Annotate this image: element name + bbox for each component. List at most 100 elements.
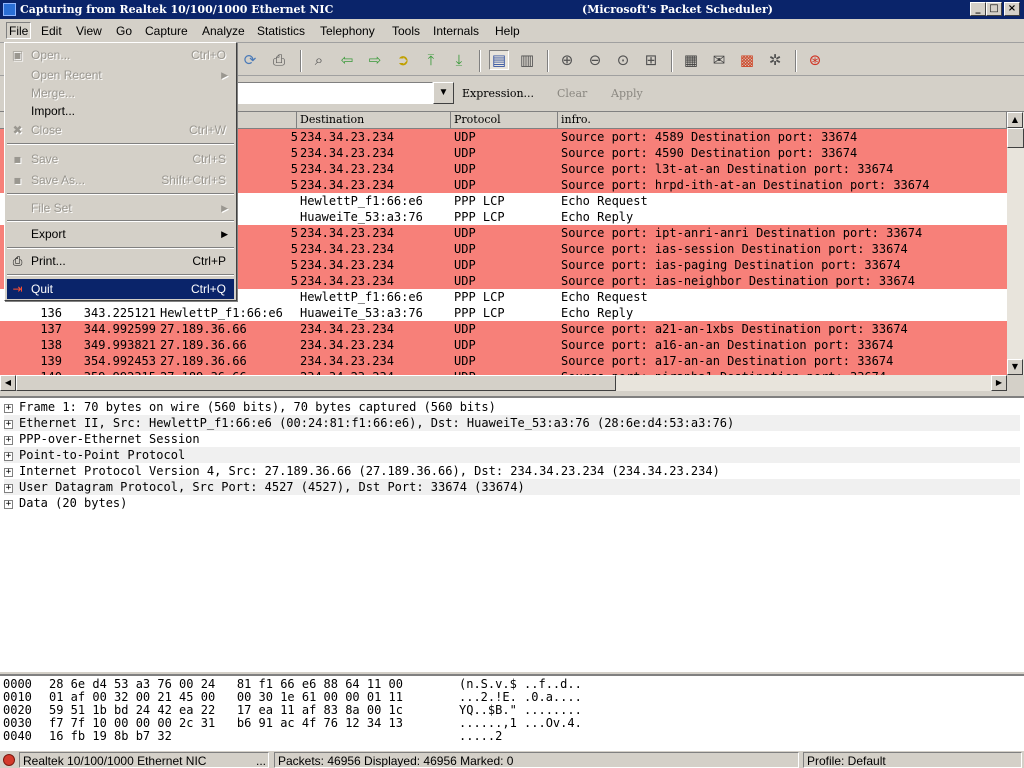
menu-item-close[interactable]: ✖ Close Ctrl+W bbox=[7, 120, 234, 140]
menu-item-save[interactable]: ▪ Save Ctrl+S bbox=[7, 149, 234, 169]
title-bar[interactable]: Capturing from Realtek 10/100/1000 Ether… bbox=[0, 0, 1024, 19]
display-filters-icon[interactable]: ✉ bbox=[709, 50, 729, 70]
detail-tree-item[interactable]: + Ethernet II, Src: HewlettP_f1:66:e6 (00… bbox=[4, 415, 1020, 431]
bottom-icon[interactable]: ⤓ bbox=[449, 50, 469, 70]
minimize-button[interactable]: _ bbox=[970, 2, 986, 16]
table-row[interactable]: 136 343.225121 HewlettP_f1:66:e6 HuaweiTe_5… bbox=[0, 305, 1007, 321]
detail-tree-item[interactable]: + User Datagram Protocol, Src Port: 4527 … bbox=[4, 479, 1020, 495]
menu-item-print[interactable]: ⎙ Print... Ctrl+P bbox=[7, 251, 234, 271]
expand-icon[interactable]: + bbox=[4, 436, 13, 445]
expand-icon[interactable]: + bbox=[4, 404, 13, 413]
coloring-rules-icon[interactable]: ▩ bbox=[737, 50, 757, 70]
help-icon[interactable]: ⊛ bbox=[805, 50, 825, 70]
cell-src: 27.189.36.66 bbox=[160, 322, 247, 336]
detail-tree-item[interactable]: + PPP-over-Ethernet Session bbox=[4, 431, 200, 447]
menu-tools[interactable]: Tools bbox=[390, 23, 422, 40]
reload-icon[interactable]: ⟳ bbox=[240, 50, 260, 70]
packet-list-vertical-scrollbar[interactable]: ▲ ▼ bbox=[1007, 112, 1024, 375]
scroll-thumb[interactable] bbox=[1007, 128, 1024, 148]
print-icon[interactable]: ⎙ bbox=[269, 50, 289, 70]
toolbar-separator bbox=[671, 50, 673, 72]
expand-icon[interactable]: + bbox=[4, 500, 13, 509]
scroll-left-button[interactable]: ◀ bbox=[0, 375, 16, 391]
menu-go[interactable]: Go bbox=[114, 23, 134, 40]
menu-item-merge[interactable]: Merge... bbox=[7, 83, 234, 103]
detail-text: Data (20 bytes) bbox=[19, 496, 128, 510]
menu-analyze[interactable]: Analyze bbox=[200, 23, 247, 40]
toolbar-separator bbox=[300, 50, 302, 72]
cell-time: 349.993821 bbox=[83, 338, 156, 352]
menu-item-open[interactable]: ▣ Open... Ctrl+O bbox=[7, 45, 234, 65]
packet-bytes-pane[interactable]: 0000 28 6e d4 53 a3 76 00 24 81 f1 66 e6 … bbox=[0, 674, 1024, 750]
autoscroll-icon[interactable]: ▥ bbox=[517, 50, 537, 70]
column-header-destination[interactable]: Destination bbox=[297, 112, 451, 129]
column-header-protocol[interactable]: Protocol bbox=[451, 112, 558, 129]
menu-capture[interactable]: Capture bbox=[143, 23, 190, 40]
scroll-thumb[interactable] bbox=[16, 375, 616, 391]
menu-item-quit[interactable]: ⇥ Quit Ctrl+Q bbox=[7, 279, 234, 299]
clear-button[interactable]: Clear bbox=[557, 87, 587, 100]
close-button[interactable]: × bbox=[1004, 2, 1020, 16]
scroll-right-button[interactable]: ▶ bbox=[991, 375, 1007, 391]
zoom-normal-icon[interactable]: ⊙ bbox=[613, 50, 633, 70]
scroll-up-button[interactable]: ▲ bbox=[1007, 112, 1023, 128]
menu-item-save-as[interactable]: ▪ Save As... Shift+Ctrl+S bbox=[7, 170, 234, 190]
colorize-icon[interactable]: ▤ bbox=[489, 50, 509, 70]
maximize-button[interactable]: □ bbox=[986, 2, 1002, 16]
scroll-down-button[interactable]: ▼ bbox=[1007, 359, 1023, 375]
menu-item-export[interactable]: Export ▶ bbox=[7, 224, 234, 244]
preferences-icon[interactable]: ✲ bbox=[765, 50, 785, 70]
zoom-in-icon[interactable]: ⊕ bbox=[557, 50, 577, 70]
packet-list-horizontal-scrollbar[interactable]: ◀ ▶ bbox=[0, 375, 1007, 391]
zoom-out-icon[interactable]: ⊖ bbox=[585, 50, 605, 70]
toolbar-separator bbox=[547, 50, 549, 72]
column-header-info[interactable]: infro. bbox=[558, 112, 1007, 129]
cell-info: Echo Request bbox=[561, 194, 648, 208]
apply-button[interactable]: Apply bbox=[611, 87, 643, 100]
cell-info: Echo Request bbox=[561, 290, 648, 304]
expand-icon[interactable]: + bbox=[4, 452, 13, 461]
cell-dst: 234.34.23.234 bbox=[300, 178, 394, 192]
menu-help[interactable]: Help bbox=[493, 23, 522, 40]
cell-time: 344.992599 bbox=[83, 322, 156, 336]
detail-tree-item[interactable]: + Frame 1: 70 bytes on wire (560 bits), 7… bbox=[4, 399, 496, 415]
menu-item-import[interactable]: Import... bbox=[7, 101, 234, 121]
goto-icon[interactable]: ➲ bbox=[393, 50, 413, 70]
find-icon[interactable]: ⌕ bbox=[309, 50, 329, 70]
packet-details-pane[interactable]: + Frame 1: 70 bytes on wire (560 bits), 7… bbox=[0, 396, 1024, 672]
forward-icon[interactable]: ⇨ bbox=[365, 50, 385, 70]
menu-item-file-set[interactable]: File Set ▶ bbox=[7, 198, 234, 218]
table-row[interactable]: 138 349.993821 27.189.36.66 234.34.23.234 UD… bbox=[0, 337, 1007, 353]
expert-info-icon[interactable] bbox=[3, 754, 15, 766]
detail-tree-item[interactable]: + Data (20 bytes) bbox=[4, 495, 127, 511]
hex-ascii[interactable]: .....2 bbox=[459, 730, 502, 743]
menu-statistics[interactable]: Statistics bbox=[255, 23, 307, 40]
cell-proto: UDP bbox=[454, 130, 476, 144]
table-row[interactable]: 139 354.992453 27.189.36.66 234.34.23.234 UD… bbox=[0, 353, 1007, 369]
back-icon[interactable]: ⇦ bbox=[337, 50, 357, 70]
cell-dst: 234.34.23.234 bbox=[300, 146, 394, 160]
status-profile[interactable]: Profile: Default bbox=[803, 752, 1022, 768]
expand-icon[interactable]: + bbox=[4, 468, 13, 477]
cell-src: 27.189.36.66 bbox=[160, 354, 247, 368]
top-icon[interactable]: ⤒ bbox=[421, 50, 441, 70]
cell-proto: UDP bbox=[454, 226, 476, 240]
open-icon: ▣ bbox=[11, 48, 24, 62]
display-filter-input[interactable] bbox=[236, 82, 433, 104]
menu-item-open-recent[interactable]: Open Recent ▶ bbox=[7, 65, 234, 85]
resize-columns-icon[interactable]: ⊞ bbox=[641, 50, 661, 70]
table-row[interactable]: 137 344.992599 27.189.36.66 234.34.23.234 UD… bbox=[0, 321, 1007, 337]
expression-button[interactable]: Expression... bbox=[462, 87, 534, 100]
menu-telephony[interactable]: Telephony bbox=[318, 23, 377, 40]
expand-icon[interactable]: + bbox=[4, 420, 13, 429]
filter-dropdown-button[interactable]: ▼ bbox=[433, 82, 454, 104]
menu-internals[interactable]: Internals bbox=[431, 23, 481, 40]
expand-icon[interactable]: + bbox=[4, 484, 13, 493]
menu-file[interactable]: File bbox=[6, 22, 32, 39]
detail-tree-item[interactable]: + Point-to-Point Protocol bbox=[4, 447, 1020, 463]
menu-edit[interactable]: Edit bbox=[39, 23, 64, 40]
detail-tree-item[interactable]: + Internet Protocol Version 4, Src: 27.18… bbox=[4, 463, 720, 479]
menu-view[interactable]: View bbox=[74, 23, 104, 40]
capture-filters-icon[interactable]: ▦ bbox=[681, 50, 701, 70]
hex-bytes[interactable]: 16 fb 19 8b b7 32 bbox=[49, 730, 172, 743]
